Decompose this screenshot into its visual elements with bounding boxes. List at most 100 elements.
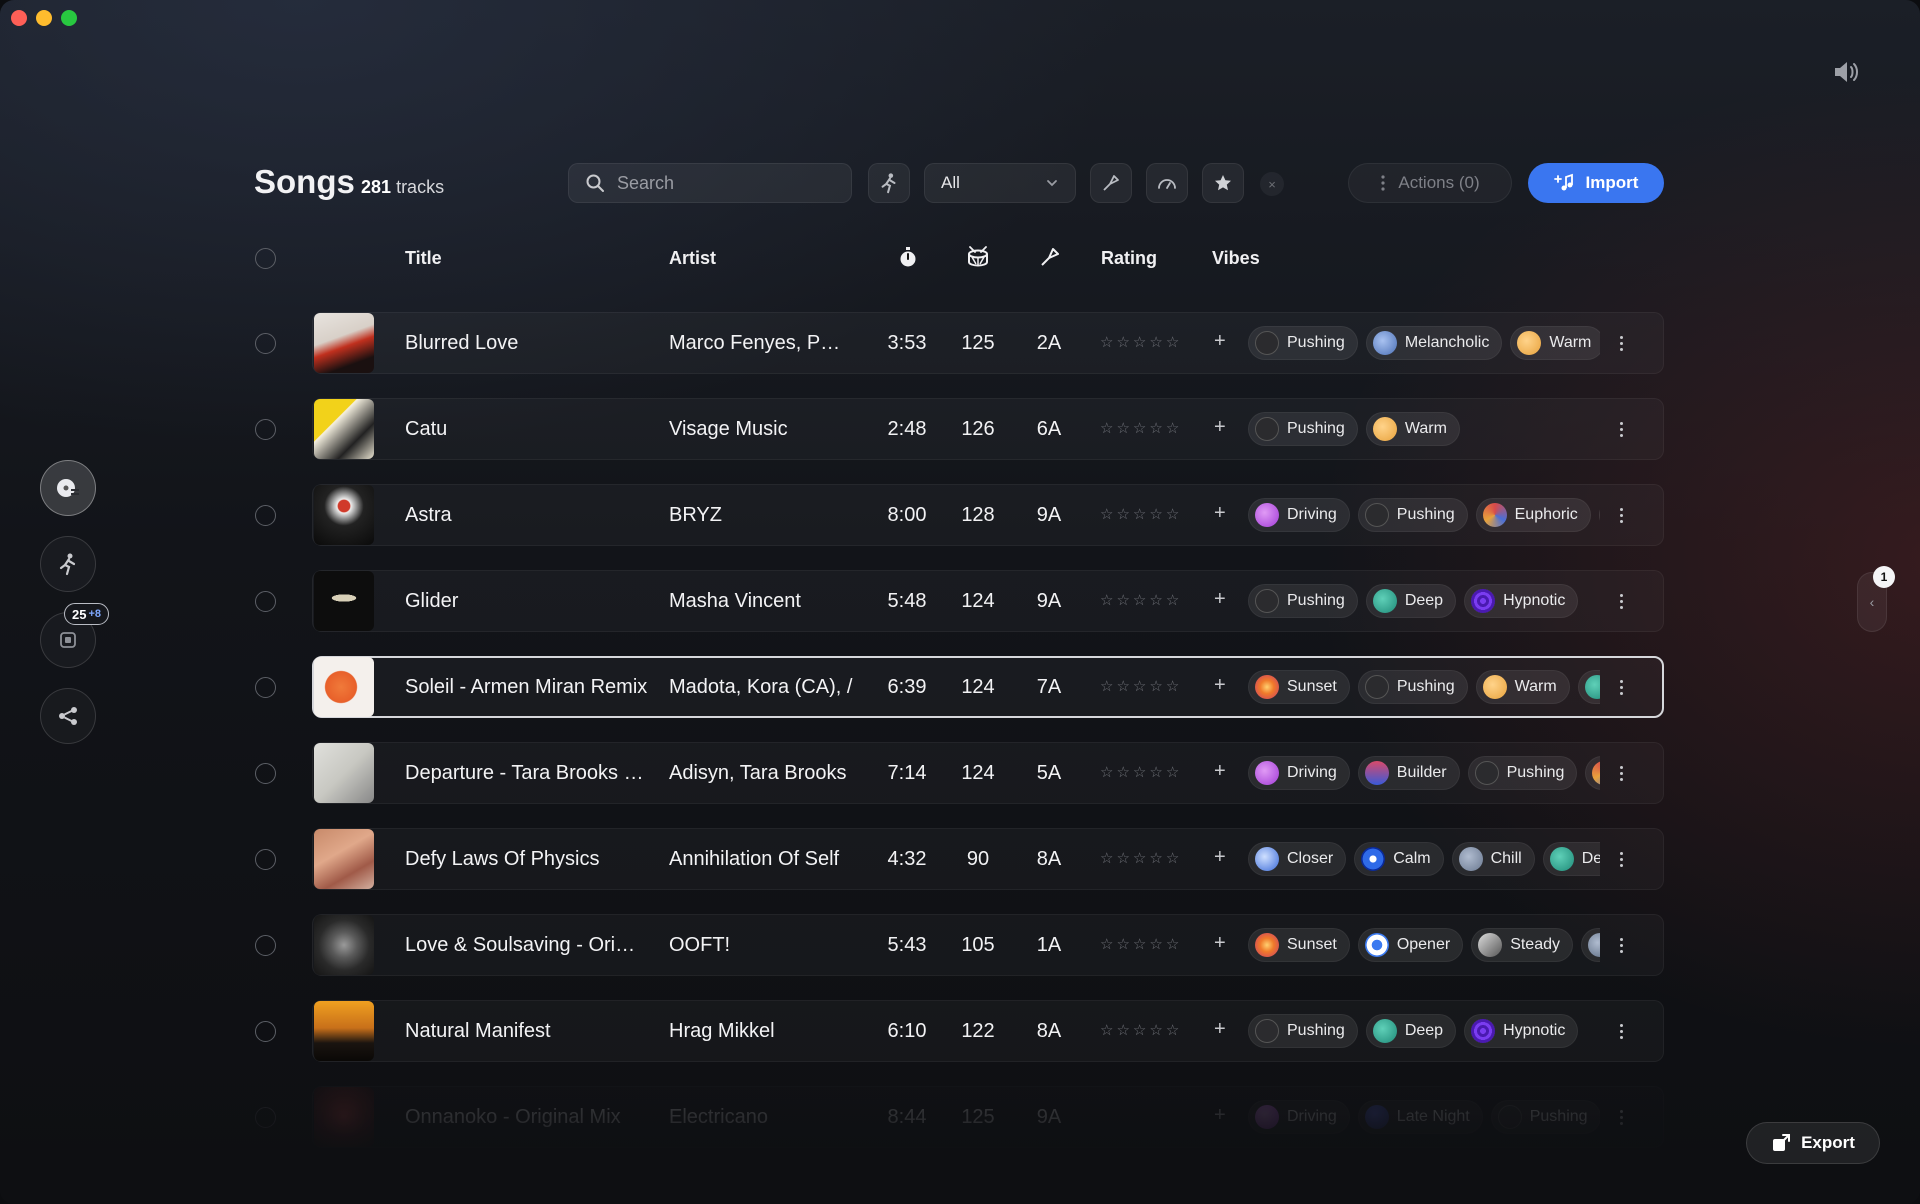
import-button[interactable]: Import (1528, 163, 1664, 203)
row-checkbox[interactable] (255, 1107, 276, 1128)
rating-stars[interactable]: ☆ ☆ ☆ ☆ ☆ (1100, 506, 1179, 524)
rating-stars[interactable]: ☆ ☆ ☆ ☆ ☆ (1100, 936, 1179, 954)
row-checkbox[interactable] (255, 763, 276, 784)
add-vibe-button[interactable]: + (1214, 932, 1226, 955)
vibe-chip[interactable]: Pushing (1248, 326, 1358, 360)
track-title[interactable]: Catu (405, 418, 650, 441)
column-vibes[interactable]: Vibes (1212, 248, 1260, 269)
track-title[interactable]: Love & Soulsaving - Ori… (405, 934, 650, 957)
vibe-chip[interactable]: Warm (1475, 670, 1570, 704)
add-vibe-button[interactable]: + (1214, 674, 1226, 697)
track-artist[interactable]: Visage Music (669, 418, 854, 441)
track-title[interactable]: Departure - Tara Brooks … (405, 762, 650, 785)
add-vibe-button[interactable]: + (1214, 416, 1226, 439)
vibe-chip[interactable] (1585, 756, 1600, 790)
row-more-menu[interactable] (1614, 416, 1628, 442)
row-checkbox[interactable] (255, 849, 276, 870)
vibe-chip[interactable]: Steady (1471, 928, 1573, 962)
vibe-chip[interactable]: Pushing (1467, 756, 1578, 790)
filter-select[interactable]: All (924, 163, 1076, 203)
rating-stars[interactable]: ☆ ☆ ☆ ☆ ☆ (1100, 592, 1179, 610)
vibe-chip[interactable] (1598, 498, 1600, 532)
table-row[interactable]: Natural Manifest Hrag Mikkel 6:10 122 8A… (0, 1000, 1920, 1062)
row-checkbox[interactable] (255, 591, 276, 612)
rating-stars[interactable]: ☆ ☆ ☆ ☆ ☆ (1100, 678, 1179, 696)
track-title[interactable]: Defy Laws Of Physics (405, 848, 650, 871)
rating-stars[interactable]: ☆ ☆ ☆ ☆ ☆ (1100, 420, 1179, 438)
vibe-chip[interactable]: Driving (1248, 498, 1350, 532)
volume-icon[interactable] (1830, 56, 1862, 88)
vibe-chip[interactable] (1577, 670, 1600, 704)
key-filter-button[interactable] (1090, 163, 1132, 203)
table-row[interactable]: Defy Laws Of Physics Annihilation Of Sel… (0, 828, 1920, 890)
add-vibe-button[interactable]: + (1214, 1018, 1226, 1041)
vibe-chip[interactable]: Chill (1451, 842, 1535, 876)
track-title[interactable]: Glider (405, 590, 650, 613)
row-checkbox[interactable] (255, 333, 276, 354)
vibe-chip[interactable]: Pushing (1248, 1014, 1358, 1048)
track-artist[interactable]: OOFT! (669, 934, 854, 957)
vibe-chip[interactable]: Warm (1365, 412, 1460, 446)
column-title[interactable]: Title (405, 248, 442, 269)
row-more-menu[interactable] (1614, 760, 1628, 786)
vibe-chip[interactable]: Builder (1357, 756, 1460, 790)
track-artist[interactable]: Marco Fenyes, P… (669, 332, 854, 355)
row-checkbox[interactable] (255, 935, 276, 956)
clear-filters-button[interactable]: × (1260, 172, 1284, 196)
row-more-menu[interactable] (1614, 1104, 1628, 1130)
vibe-chip[interactable]: Opener (1357, 928, 1464, 962)
export-button[interactable]: Export (1746, 1122, 1880, 1164)
track-title[interactable]: Natural Manifest (405, 1020, 650, 1043)
row-checkbox[interactable] (255, 1021, 276, 1042)
row-more-menu[interactable] (1614, 588, 1628, 614)
vibe-chip[interactable]: Pushing (1248, 584, 1358, 618)
vibe-chip[interactable]: Deep (1365, 584, 1457, 618)
table-row[interactable]: Onnanoko - Original Mix Electricano 8:44… (0, 1086, 1920, 1148)
track-artist[interactable]: Electricano (669, 1106, 854, 1129)
add-vibe-button[interactable]: + (1214, 502, 1226, 525)
vibe-chip[interactable]: Sunset (1248, 670, 1350, 704)
zoom-window-button[interactable] (61, 10, 77, 26)
add-vibe-button[interactable]: + (1214, 330, 1226, 353)
vibe-chip[interactable]: Pushing (1357, 498, 1468, 532)
vibe-filter-button[interactable] (868, 163, 910, 203)
track-artist[interactable]: BRYZ (669, 504, 854, 527)
vibe-chip[interactable]: Driving (1248, 756, 1350, 790)
vibe-chip[interactable]: Warm (1510, 326, 1600, 360)
vibe-chip[interactable]: Melancholic (1365, 326, 1503, 360)
table-row[interactable]: Glider Masha Vincent 5:48 124 9A ☆ ☆ ☆ ☆ ☆ +… (0, 570, 1920, 632)
track-title[interactable]: Soleil - Armen Miran Remix (405, 676, 650, 699)
rating-stars[interactable]: ☆ ☆ ☆ ☆ ☆ (1100, 334, 1179, 352)
table-row[interactable]: Love & Soulsaving - Ori… OOFT! 5:43 105 … (0, 914, 1920, 976)
column-duration[interactable] (898, 246, 918, 273)
column-rating[interactable]: Rating (1101, 248, 1157, 269)
table-row-selected[interactable]: Soleil - Armen Miran Remix Madota, Kora … (0, 656, 1920, 718)
add-vibe-button[interactable]: + (1214, 1104, 1226, 1127)
search-box[interactable] (568, 163, 852, 203)
track-title[interactable]: Onnanoko - Original Mix (405, 1106, 650, 1129)
rating-stars[interactable]: ☆ ☆ ☆ ☆ ☆ (1100, 850, 1179, 868)
vibe-chip[interactable]: Pushing (1491, 1100, 1600, 1134)
rating-stars[interactable]: ☆ ☆ ☆ ☆ ☆ (1100, 1022, 1179, 1040)
vibe-chip[interactable]: Driving (1248, 1100, 1350, 1134)
column-bpm[interactable] (966, 246, 990, 273)
row-more-menu[interactable] (1614, 674, 1628, 700)
column-artist[interactable]: Artist (669, 248, 716, 269)
vibe-chip[interactable]: Deep (1365, 1014, 1457, 1048)
row-more-menu[interactable] (1614, 502, 1628, 528)
tempo-filter-button[interactable] (1146, 163, 1188, 203)
row-more-menu[interactable] (1614, 932, 1628, 958)
favorite-filter-button[interactable] (1202, 163, 1244, 203)
vibe-chip[interactable]: Hypnotic (1464, 584, 1579, 618)
row-more-menu[interactable] (1614, 330, 1628, 356)
track-title[interactable]: Blurred Love (405, 332, 650, 355)
close-window-button[interactable] (11, 10, 27, 26)
table-row[interactable]: Astra BRYZ 8:00 128 9A ☆ ☆ ☆ ☆ ☆ + Driving P… (0, 484, 1920, 546)
track-artist[interactable]: Annihilation Of Self (669, 848, 854, 871)
vibe-chip[interactable]: Pushing (1357, 670, 1468, 704)
select-all-checkbox[interactable] (255, 248, 276, 269)
table-row[interactable]: Blurred Love Marco Fenyes, P… 3:53 125 2… (0, 312, 1920, 374)
row-checkbox[interactable] (255, 505, 276, 526)
track-artist[interactable]: Adisyn, Tara Brooks (669, 762, 854, 785)
vibe-chip[interactable]: Pushing (1248, 412, 1358, 446)
